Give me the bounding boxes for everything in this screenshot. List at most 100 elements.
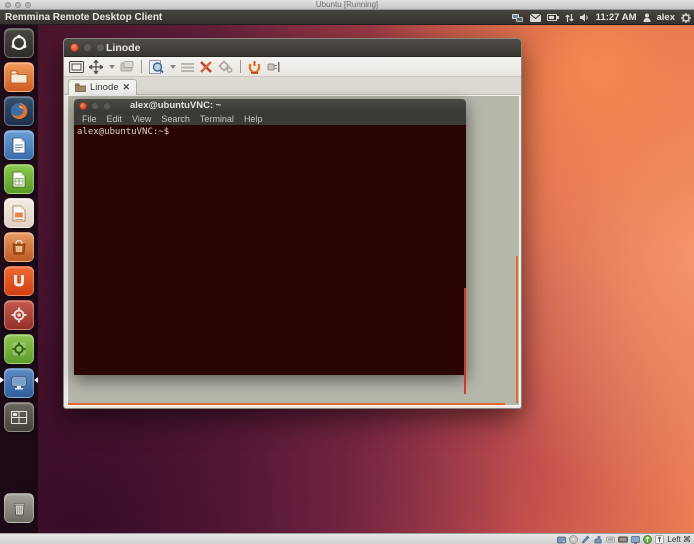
session-gear-icon[interactable]: [681, 13, 691, 23]
remmina-focused-indicator: [34, 377, 38, 383]
launcher-item-firefox[interactable]: [4, 96, 34, 126]
username-label[interactable]: alex: [657, 10, 676, 25]
terminal-menubar: File Edit View Search Terminal Help: [74, 113, 466, 125]
terminal-minimize-button[interactable]: [91, 102, 99, 110]
disconnect-icon[interactable]: [248, 59, 261, 75]
host-key-state-icon[interactable]: [655, 535, 664, 544]
launcher-item-libreoffice-calc[interactable]: [4, 164, 34, 194]
remmina-window: Linode: [63, 38, 522, 409]
toolbar-separator: [141, 60, 142, 73]
mac-window-titlebar: Ubuntu [Running]: [0, 0, 694, 10]
network-icon[interactable]: [593, 535, 603, 544]
launcher-item-remmina[interactable]: [4, 368, 34, 398]
connection-tab-linode[interactable]: Linode ✕: [68, 79, 137, 95]
window-minimize-button[interactable]: [83, 43, 92, 52]
launcher-item-system-settings[interactable]: [4, 300, 34, 330]
writer-document-icon: [12, 137, 26, 154]
statusbar-device-icons: Left ⌘: [557, 534, 691, 544]
menu-terminal[interactable]: Terminal: [195, 113, 239, 125]
launcher-item-workspace-switcher[interactable]: [4, 402, 34, 432]
remmina-monitor-icon: [10, 376, 28, 391]
tab-close-icon[interactable]: ✕: [123, 82, 131, 93]
virtualbox-statusbar: Left ⌘: [0, 533, 694, 544]
minimize-icon[interactable]: [181, 59, 194, 75]
network-indicator-icon[interactable]: [512, 13, 524, 23]
terminal-maximize-button[interactable]: [103, 102, 111, 110]
ubuntu-logo-icon: [10, 34, 28, 52]
launcher-item-home-folder[interactable]: [4, 62, 34, 92]
menu-file[interactable]: File: [77, 113, 102, 125]
battery-indicator-icon[interactable]: [547, 14, 559, 21]
impress-document-icon: [12, 205, 26, 222]
remmina-toolbar: [64, 57, 521, 77]
shared-folders-icon[interactable]: [618, 536, 628, 543]
preferences-icon[interactable]: [199, 59, 213, 75]
remmina-tabbar: Linode ✕: [64, 77, 521, 95]
tab-folder-icon: [75, 83, 86, 92]
host-key-label: Left ⌘: [667, 534, 691, 544]
remmina-titlebar[interactable]: Linode: [64, 39, 521, 57]
launcher-item-libreoffice-impress[interactable]: [4, 198, 34, 228]
virtualbox-guest-screen: Ubuntu [Running] Remmina Remote Desktop …: [0, 0, 694, 544]
scale-mode-icon[interactable]: [89, 59, 103, 75]
ubuntu-top-panel: Remmina Remote Desktop Client 11:27 AM a…: [0, 10, 694, 25]
usb-icon[interactable]: [606, 536, 615, 543]
indicator-area: 11:27 AM alex: [512, 10, 691, 25]
menu-help[interactable]: Help: [239, 113, 268, 125]
menu-edit[interactable]: Edit: [102, 113, 128, 125]
sync-arrows-indicator-icon[interactable]: [565, 13, 574, 23]
scale-dropdown-caret-icon[interactable]: [109, 65, 115, 69]
remote-wallpaper-edge-bottom: [68, 403, 505, 405]
vm-window-title: Ubuntu [Running]: [0, 0, 694, 10]
remote-wallpaper-edge-right: [516, 256, 518, 403]
redraw-artifact-line: [464, 288, 466, 394]
launcher-item-ubuntu-one[interactable]: [4, 266, 34, 296]
trash-icon: [13, 501, 26, 516]
firefox-icon: [9, 101, 29, 121]
unity-launcher: [0, 25, 38, 533]
optical-drive-icon[interactable]: [569, 535, 578, 544]
launcher-item-ubuntu-software-center[interactable]: [4, 232, 34, 262]
display-icon[interactable]: [631, 536, 640, 544]
volume-indicator-icon[interactable]: [580, 13, 590, 22]
software-center-bag-icon: [11, 239, 27, 255]
terminal-body[interactable]: alex@ubuntuVNC:~$: [74, 125, 466, 375]
remote-terminal-window: alex@ubuntuVNC: ~ File Edit View Search …: [74, 99, 466, 375]
hard-disk-icon[interactable]: [557, 536, 566, 544]
folder-icon: [10, 70, 28, 84]
user-indicator-icon[interactable]: [643, 13, 651, 22]
workspace-grid-icon: [11, 411, 27, 424]
remmina-running-indicator: [0, 377, 4, 383]
zoom-dropdown-caret-icon[interactable]: [170, 65, 176, 69]
terminal-prompt: alex@ubuntuVNC:~$: [77, 127, 169, 137]
window-close-button[interactable]: [70, 43, 79, 52]
remmina-window-title: Linode: [106, 39, 140, 57]
tools-icon[interactable]: [218, 59, 233, 75]
plug-icon[interactable]: [266, 59, 280, 75]
terminal-close-button[interactable]: [79, 102, 87, 110]
fullscreen-icon[interactable]: [69, 59, 84, 75]
launcher-item-libreoffice-writer[interactable]: [4, 130, 34, 160]
menu-view[interactable]: View: [127, 113, 156, 125]
launcher-item-dash-home[interactable]: [4, 28, 34, 58]
calc-document-icon: [12, 171, 26, 188]
launcher-item-package-manager[interactable]: [4, 334, 34, 364]
ubuntu-one-icon: [12, 274, 26, 288]
green-gear-icon: [11, 341, 27, 357]
grab-keyboard-icon[interactable]: [120, 59, 134, 75]
gear-wrench-icon: [11, 307, 27, 323]
mail-indicator-icon[interactable]: [530, 14, 541, 22]
tab-label: Linode: [90, 82, 119, 93]
active-app-title[interactable]: Remmina Remote Desktop Client: [5, 10, 162, 25]
launcher-item-trash[interactable]: [4, 493, 34, 523]
mouse-integration-icon[interactable]: [643, 535, 652, 544]
terminal-window-title: alex@ubuntuVNC: ~: [130, 99, 221, 113]
terminal-titlebar[interactable]: alex@ubuntuVNC: ~: [74, 99, 466, 113]
window-maximize-button[interactable]: [96, 43, 105, 52]
vnc-viewport[interactable]: alex@ubuntuVNC: ~ File Edit View Search …: [67, 95, 520, 406]
menu-search[interactable]: Search: [156, 113, 195, 125]
zoom-icon[interactable]: [149, 59, 164, 75]
toolbar-separator: [240, 60, 241, 73]
clock-label[interactable]: 11:27 AM: [596, 10, 637, 25]
audio-icon[interactable]: [581, 535, 590, 544]
